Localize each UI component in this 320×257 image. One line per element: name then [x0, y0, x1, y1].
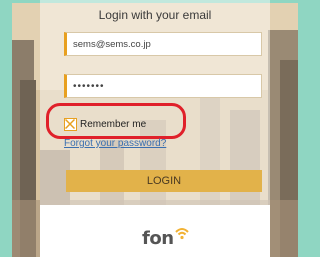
- left-frame: [0, 0, 12, 257]
- annotation-highlight-circle: [46, 103, 186, 139]
- wifi-icon: [174, 228, 189, 240]
- password-field[interactable]: •••••••: [64, 74, 262, 98]
- forgot-password-link[interactable]: Forgot your password?: [64, 138, 166, 149]
- login-title: Login with your email: [98, 8, 212, 22]
- logo-text: fon: [142, 228, 174, 249]
- email-field[interactable]: sems@sems.co.jp: [64, 32, 262, 56]
- password-value: •••••••: [73, 80, 105, 92]
- login-button[interactable]: LOGIN: [66, 170, 262, 192]
- fon-logo: fon: [142, 220, 189, 248]
- right-frame: [298, 0, 308, 257]
- email-value: sems@sems.co.jp: [73, 38, 151, 50]
